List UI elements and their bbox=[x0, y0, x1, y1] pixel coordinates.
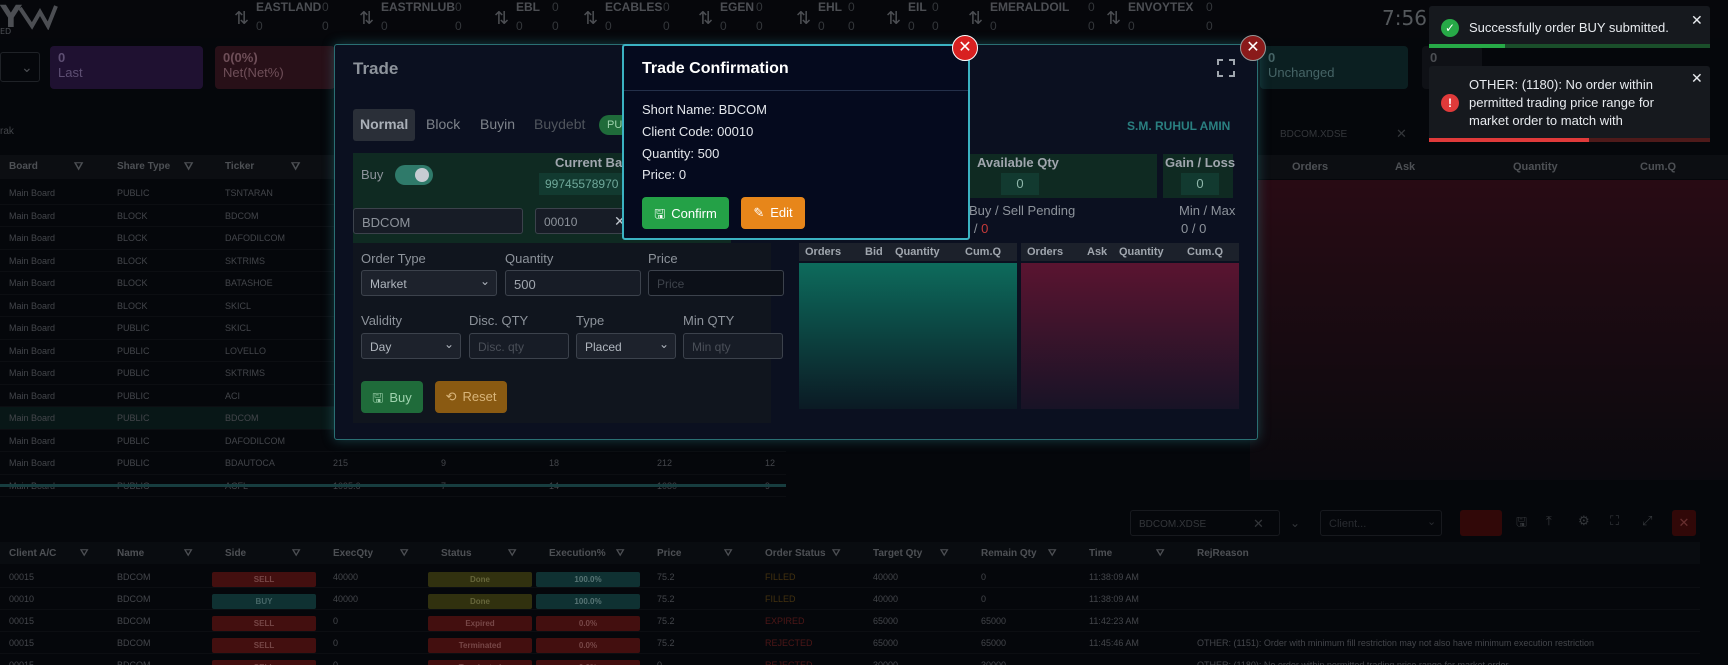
price-input[interactable]: Price bbox=[648, 270, 784, 296]
edit-button[interactable]: ✎ Edit bbox=[741, 197, 805, 229]
bid-depth-area bbox=[799, 263, 1017, 409]
trade-modal-title: Trade bbox=[353, 59, 399, 78]
available-qty-value: 0 bbox=[1001, 173, 1039, 195]
min-qty-label: Min QTY bbox=[683, 313, 735, 328]
trade-close-icon[interactable]: ✕ bbox=[1240, 35, 1266, 61]
close-icon[interactable]: ✕ bbox=[1691, 12, 1703, 29]
confirm-close-icon[interactable]: ✕ bbox=[952, 35, 978, 61]
tab-buydebt[interactable]: Buydebt bbox=[527, 109, 592, 141]
edit-icon: ✎ bbox=[753, 205, 765, 220]
order-type-label: Order Type bbox=[361, 251, 426, 266]
confirm-client-code: Client Code: 00010 bbox=[642, 124, 754, 139]
confirm-price: Price: 0 bbox=[642, 167, 687, 182]
gain-loss-value: 0 bbox=[1181, 173, 1219, 195]
confirm-button[interactable]: 🖫 Confirm bbox=[642, 197, 729, 229]
toast-progress bbox=[1429, 44, 1710, 48]
trade-confirmation-modal: Trade Confirmation Short Name: BDCOM Cli… bbox=[622, 44, 970, 240]
toast-error-text: OTHER: (1180): No order within permitted… bbox=[1469, 77, 1654, 128]
reset-icon: ⟲ bbox=[445, 389, 457, 404]
type-select[interactable]: Placed ⌄ bbox=[576, 333, 676, 359]
chevron-down-icon: ⌄ bbox=[443, 337, 454, 351]
gain-loss-label: Gain / Loss bbox=[1165, 155, 1236, 170]
toast-progress bbox=[1429, 138, 1710, 142]
expand-icon[interactable] bbox=[1217, 59, 1235, 77]
min-qty-input[interactable]: Min qty bbox=[683, 333, 783, 359]
save-icon: 🖫 bbox=[372, 390, 384, 405]
ticker-input[interactable]: BDCOM bbox=[353, 208, 523, 234]
confirm-quantity: Quantity: 500 bbox=[642, 146, 720, 161]
tab-block[interactable]: Block bbox=[419, 109, 467, 141]
toast-success: ✓ Successfully order BUY submitted. ✕ bbox=[1429, 6, 1710, 48]
buy-label: Buy bbox=[361, 167, 384, 182]
alert-icon: ! bbox=[1441, 94, 1459, 112]
divider bbox=[624, 90, 968, 91]
validity-select[interactable]: Day ⌄ bbox=[361, 333, 461, 359]
quantity-input[interactable]: 500 bbox=[505, 270, 641, 296]
disc-qty-label: Disc. QTY bbox=[469, 313, 529, 328]
save-icon: 🖫 bbox=[654, 206, 666, 221]
pending-label: Buy / Sell Pending bbox=[969, 203, 1076, 218]
price-label: Price bbox=[648, 251, 678, 266]
disc-qty-input[interactable]: Disc. qty bbox=[469, 333, 569, 359]
ask-depth-area bbox=[1021, 263, 1239, 409]
trader-name: S.M. RUHUL AMIN bbox=[1127, 119, 1231, 133]
reset-button[interactable]: ⟲ Reset bbox=[435, 381, 507, 413]
available-qty-label: Available Qty bbox=[977, 155, 1059, 170]
buy-sell-toggle[interactable] bbox=[395, 165, 433, 185]
confirm-title: Trade Confirmation bbox=[642, 60, 789, 77]
tab-buyin[interactable]: Buyin bbox=[473, 109, 522, 141]
buy-button[interactable]: 🖫 Buy bbox=[361, 381, 423, 413]
order-type-select[interactable]: Market ⌄ bbox=[361, 270, 497, 296]
client-code-input[interactable]: 00010 ✕ bbox=[535, 208, 631, 234]
bid-header: Orders Bid Quantity Cum.Q bbox=[799, 243, 1017, 261]
close-icon[interactable]: ✕ bbox=[1691, 70, 1703, 87]
check-icon: ✓ bbox=[1441, 19, 1459, 37]
confirm-short-name: Short Name: BDCOM bbox=[642, 102, 767, 117]
tab-normal[interactable]: Normal bbox=[353, 109, 416, 141]
chevron-down-icon: ⌄ bbox=[479, 274, 490, 288]
current-balance-value: 99745578970 bbox=[539, 173, 629, 195]
minmax-label: Min / Max bbox=[1179, 203, 1236, 218]
quantity-label: Quantity bbox=[505, 251, 554, 266]
validity-label: Validity bbox=[361, 313, 402, 328]
toast-success-text: Successfully order BUY submitted. bbox=[1469, 20, 1669, 35]
minmax-value: 0 / 0 bbox=[1181, 221, 1207, 236]
chevron-down-icon: ⌄ bbox=[658, 337, 669, 351]
ask-header: Orders Ask Quantity Cum.Q bbox=[1021, 243, 1239, 261]
type-label: Type bbox=[576, 313, 605, 328]
toast-error: ! OTHER: (1180): No order within permitt… bbox=[1429, 66, 1710, 142]
current-balance-label: Current Bal bbox=[555, 155, 626, 170]
